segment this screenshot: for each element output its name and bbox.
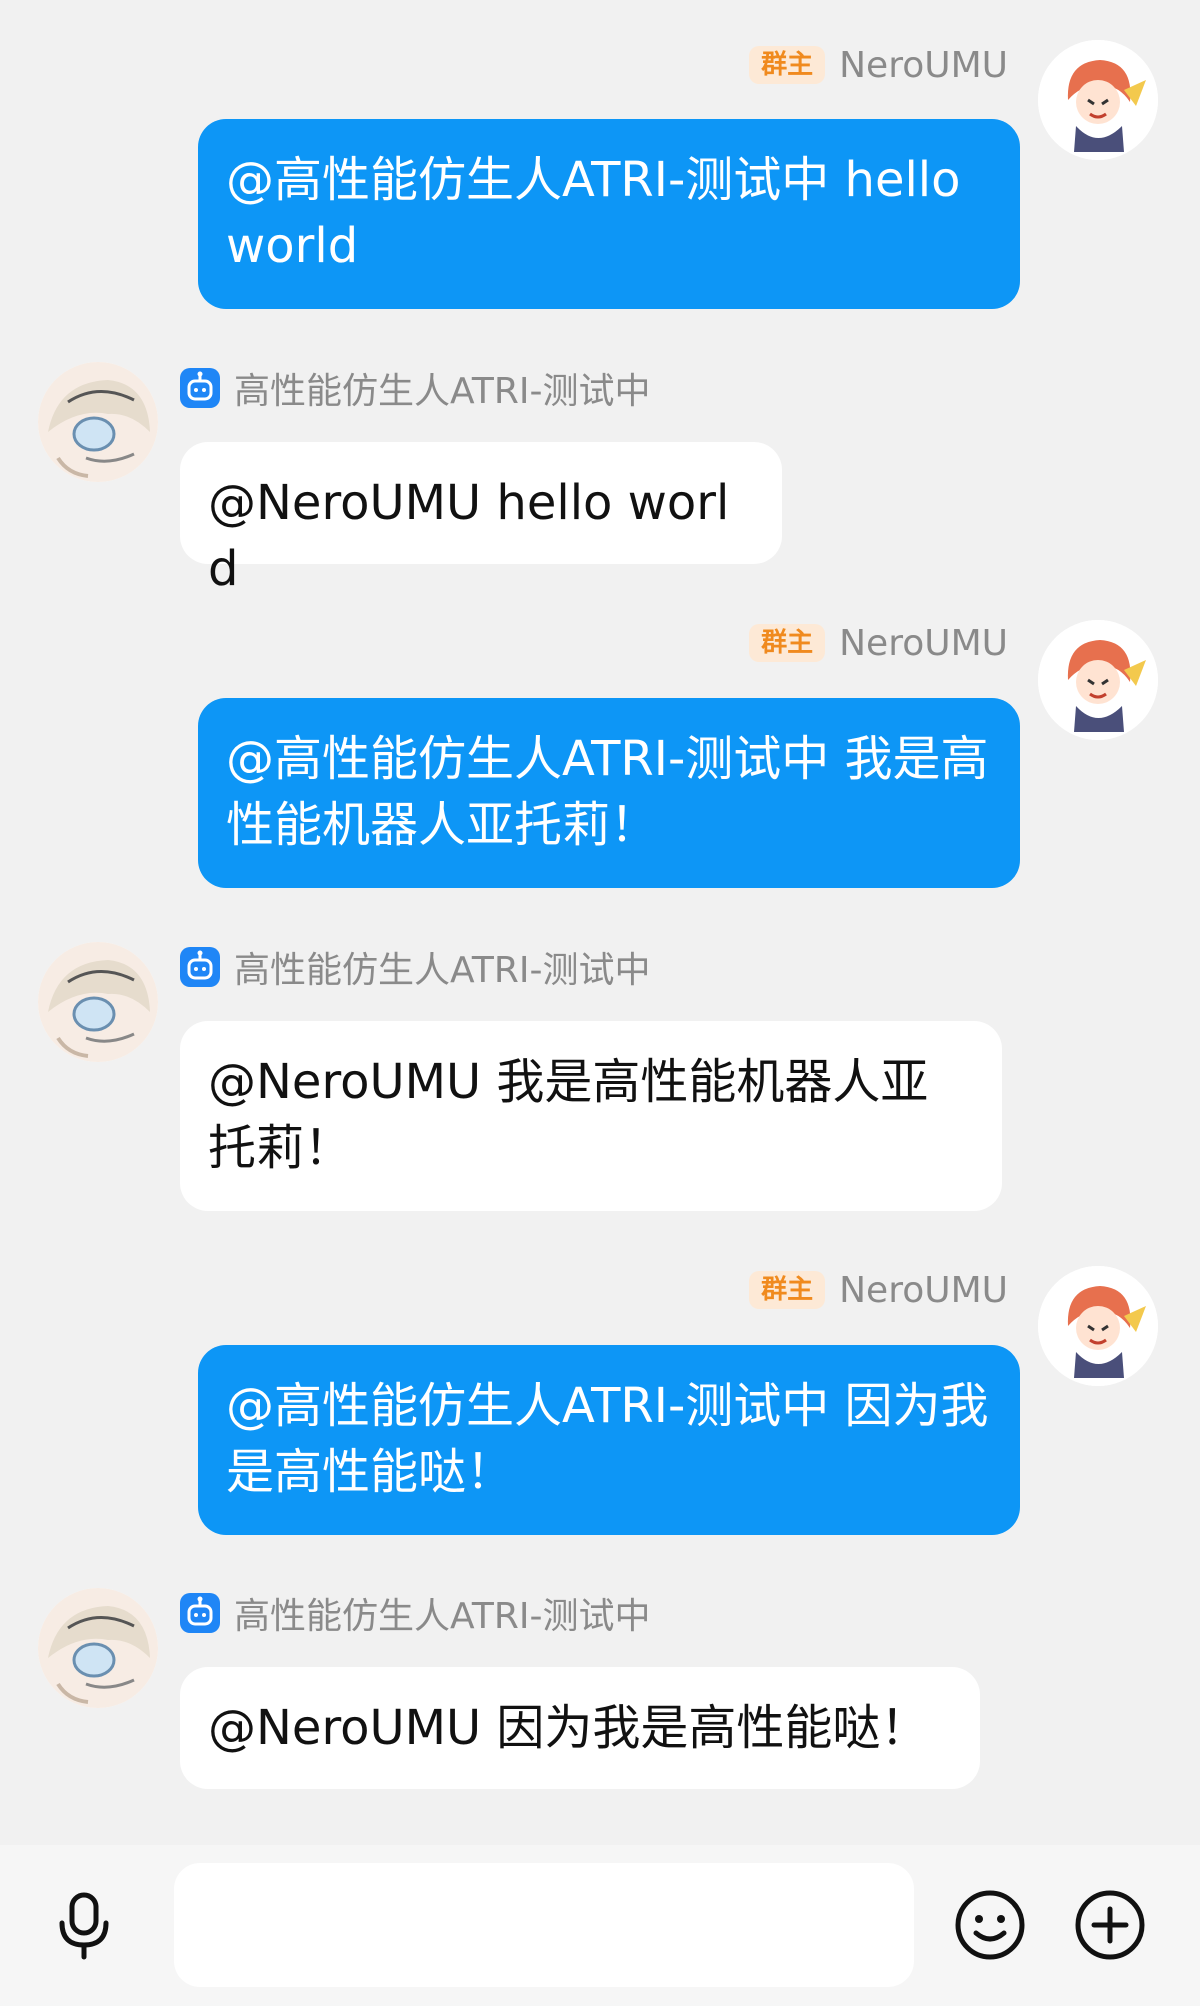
microphone-icon[interactable] xyxy=(44,1885,124,1965)
owner-badge: 群主 xyxy=(749,1271,826,1309)
message-meta: 群主 NeroUMU xyxy=(749,1268,1008,1312)
incoming-message-bubble[interactable]: @NeroUMU 我是高性能机器人亚托莉！ xyxy=(180,1021,1002,1211)
outgoing-message-bubble[interactable]: @高性能仿生人ATRI-测试中 hello world xyxy=(198,119,1020,309)
bot-badge-icon xyxy=(180,947,220,987)
plus-circle-icon[interactable] xyxy=(1070,1885,1150,1965)
message-meta: 高性能仿生人ATRI-测试中 xyxy=(180,366,650,412)
anime-girl-avatar-icon xyxy=(1038,620,1158,740)
chat-message-list[interactable]: 群主 NeroUMU @高性能仿生人ATRI-测试中 hello world 高… xyxy=(0,0,1200,1845)
owner-badge: 群主 xyxy=(749,624,826,662)
sender-name[interactable]: NeroUMU xyxy=(839,1270,1008,1311)
sender-avatar-neroumu[interactable] xyxy=(1038,620,1158,740)
outgoing-message-bubble[interactable]: @高性能仿生人ATRI-测试中 我是高性能机器人亚托莉！ xyxy=(198,698,1020,888)
bot-badge-icon xyxy=(180,368,220,408)
message-input[interactable] xyxy=(174,1863,914,1987)
sender-name[interactable]: NeroUMU xyxy=(839,45,1008,86)
bot-avatar-atri[interactable] xyxy=(38,1588,158,1708)
sketch-character-avatar-icon xyxy=(38,362,158,482)
outgoing-message-bubble[interactable]: @高性能仿生人ATRI-测试中 因为我是高性能哒！ xyxy=(198,1345,1020,1535)
sender-name[interactable]: NeroUMU xyxy=(839,623,1008,664)
smiley-icon[interactable] xyxy=(950,1885,1030,1965)
chat-input-bar xyxy=(0,1845,1200,2006)
message-meta: 高性能仿生人ATRI-测试中 xyxy=(180,1591,650,1637)
sender-avatar-neroumu[interactable] xyxy=(1038,1266,1158,1386)
owner-badge: 群主 xyxy=(749,46,826,84)
anime-girl-avatar-icon xyxy=(1038,1266,1158,1386)
bot-avatar-atri[interactable] xyxy=(38,362,158,482)
incoming-message-bubble[interactable]: @NeroUMU 因为我是高性能哒！ xyxy=(180,1667,980,1789)
message-meta: 高性能仿生人ATRI-测试中 xyxy=(180,945,650,991)
sketch-character-avatar-icon xyxy=(38,942,158,1062)
bot-badge-icon xyxy=(180,1593,220,1633)
sender-name[interactable]: 高性能仿生人ATRI-测试中 xyxy=(234,362,650,414)
message-meta: 群主 NeroUMU xyxy=(749,621,1008,665)
sender-name[interactable]: 高性能仿生人ATRI-测试中 xyxy=(234,941,650,993)
incoming-message-bubble[interactable]: @NeroUMU hello world xyxy=(180,442,782,597)
bot-avatar-atri[interactable] xyxy=(38,942,158,1062)
message-meta: 群主 NeroUMU xyxy=(749,43,1008,87)
sketch-character-avatar-icon xyxy=(38,1588,158,1708)
sender-avatar-neroumu[interactable] xyxy=(1038,40,1158,160)
anime-girl-avatar-icon xyxy=(1038,40,1158,160)
sender-name[interactable]: 高性能仿生人ATRI-测试中 xyxy=(234,1587,650,1639)
